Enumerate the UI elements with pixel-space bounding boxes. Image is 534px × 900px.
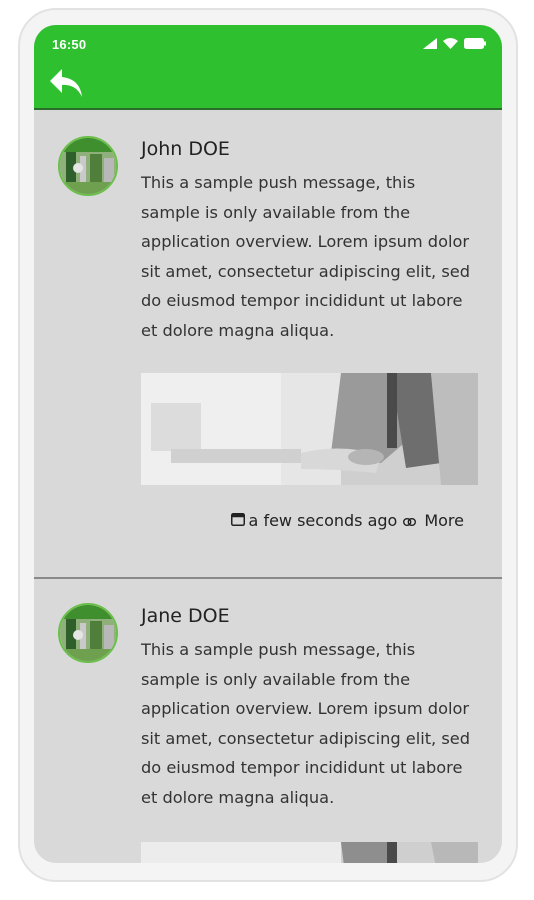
sender-name: Jane DOE xyxy=(141,605,230,627)
message-time: a few seconds ago xyxy=(248,511,398,530)
message-feed: John DOE This a sample push message, thi… xyxy=(34,112,502,863)
avatar xyxy=(58,136,118,196)
sender-name: John DOE xyxy=(141,138,230,160)
more-link[interactable]: More xyxy=(424,511,464,530)
avatar xyxy=(58,603,118,663)
message-card[interactable]: Jane DOE This a sample push message, thi… xyxy=(34,579,502,863)
status-icons xyxy=(423,36,486,54)
link-icon xyxy=(403,511,417,530)
message-text: This a sample push message, this sample … xyxy=(141,173,471,340)
calendar-icon xyxy=(230,511,245,530)
app-bar: 16:50 xyxy=(34,25,502,110)
battery-icon xyxy=(464,36,486,54)
reply-arrow-icon[interactable] xyxy=(46,65,86,101)
message-photo xyxy=(141,842,478,863)
app-screen: 16:50 John DOE This a sample push messag… xyxy=(34,25,502,863)
message-photo xyxy=(141,373,478,485)
message-text: This a sample push message, this sample … xyxy=(141,640,471,807)
message-meta: a few seconds ago More xyxy=(230,511,464,530)
message-card[interactable]: John DOE This a sample push message, thi… xyxy=(34,112,502,579)
signal-icon xyxy=(423,36,437,54)
status-time: 16:50 xyxy=(52,37,87,52)
wifi-icon xyxy=(443,36,458,54)
